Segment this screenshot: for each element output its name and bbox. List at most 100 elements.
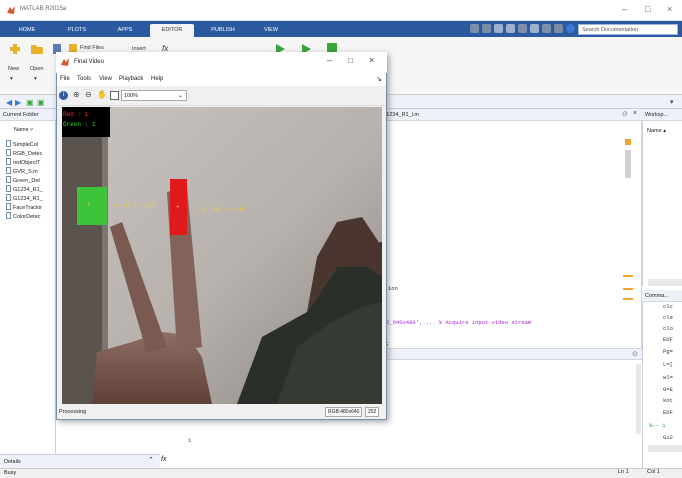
search-documentation-input[interactable]: Search Documentation [578, 24, 678, 35]
search-icon[interactable]: ⌕ [667, 24, 671, 34]
open-folder-icon[interactable] [30, 43, 44, 55]
history-entry[interactable]: G=E [663, 386, 673, 393]
history-hscrollbar[interactable] [648, 445, 682, 452]
video-close-button[interactable]: × [369, 55, 374, 65]
history-entry[interactable]: Pg= [663, 348, 673, 355]
workspace-name-column[interactable]: Name ▴ [647, 128, 666, 134]
new-file-icon[interactable] [8, 42, 22, 56]
history-session-marker[interactable]: %-- 1 [649, 422, 666, 429]
info-icon[interactable]: i [59, 91, 68, 100]
details-panel[interactable]: Details [0, 454, 160, 468]
file-item[interactable]: G1234_R1_ [6, 194, 56, 202]
file-item[interactable]: ColorDetec [6, 212, 56, 220]
help-icon[interactable] [566, 24, 575, 33]
zoom-level-select[interactable]: 100% ⌄ [121, 90, 187, 101]
open-dropdown-icon[interactable]: ▾ [34, 76, 37, 82]
back-icon[interactable]: ◀ [6, 98, 12, 107]
m-file-icon [6, 140, 11, 147]
editor-scrollbar[interactable] [625, 150, 631, 178]
m-file-icon [6, 194, 11, 201]
up-folder-icon[interactable]: ▣ [26, 98, 34, 107]
green-count-value: 1 [91, 121, 96, 128]
video-frame[interactable]: Red : 1 Green : 1 + X: 81 Y: 163 + X: 10… [62, 107, 382, 404]
maximize-button[interactable]: □ [645, 4, 650, 14]
tab-home[interactable]: HOME [10, 24, 44, 37]
file-name: FaceTrackir [13, 205, 42, 211]
video-window-title-bar[interactable]: Final Video – □ × [56, 52, 387, 73]
tab-apps[interactable]: APPS [108, 24, 142, 37]
history-entry[interactable]: wl= [663, 374, 673, 381]
address-dropdown-icon[interactable]: ▾ [670, 98, 674, 106]
history-entry[interactable]: clo [663, 325, 673, 332]
zoom-out-icon[interactable]: ⊖ [85, 90, 92, 99]
command-history-panel[interactable] [642, 302, 682, 468]
close-button[interactable]: × [667, 4, 672, 14]
history-entry[interactable]: clc [663, 303, 673, 310]
open-button[interactable]: Open [30, 66, 43, 72]
green-coords: X: 81 Y: 163 [114, 202, 154, 209]
history-entry[interactable]: G12 [663, 434, 673, 441]
editor-close-icon[interactable]: × [633, 110, 637, 117]
fit-to-window-icon[interactable] [110, 91, 119, 100]
workspace-panel[interactable] [642, 121, 682, 286]
redo-icon[interactable] [530, 24, 539, 33]
browse-folder-icon[interactable]: ▣ [37, 98, 45, 107]
cut-icon[interactable] [482, 24, 491, 33]
name-column-header[interactable]: Name ▿ [14, 127, 33, 133]
tab-publish[interactable]: PUBLISH [203, 24, 243, 37]
editor-tab[interactable]: G1234_R1_l.m [380, 109, 642, 121]
tab-view[interactable]: VIEW [254, 24, 288, 37]
workspace-hscrollbar[interactable] [648, 279, 682, 286]
find-files-button[interactable]: Find Files [80, 45, 104, 51]
command-window-header [380, 348, 642, 360]
history-entry[interactable]: L=[ [663, 361, 673, 368]
command-scrollbar[interactable] [636, 364, 641, 434]
m-file-icon [6, 149, 11, 156]
file-item[interactable]: Green_Det [6, 176, 56, 184]
new-button[interactable]: New [8, 66, 19, 72]
history-entry[interactable]: kot [663, 397, 673, 404]
frame-value-status: 252 [365, 407, 380, 417]
file-item[interactable]: RGB_Detec [6, 149, 56, 157]
menu-help[interactable]: Help [151, 76, 163, 82]
video-frame-image [62, 107, 382, 404]
file-item[interactable]: FaceTrackir [6, 203, 56, 211]
red-count-text: Red : 1 [63, 111, 88, 118]
forward-icon[interactable]: ▶ [15, 98, 21, 107]
file-item[interactable]: GVR_S.m [6, 167, 56, 175]
history-entry[interactable]: EDF [663, 336, 673, 343]
new-dropdown-icon[interactable]: ▾ [10, 76, 13, 82]
command-window-actions-icon[interactable]: ⊙ [632, 350, 638, 358]
zoom-level-value: 100% [124, 93, 139, 99]
menu-dock-icon[interactable]: ↘ [376, 75, 382, 83]
red-coords: X: 108 Y: 145 [202, 206, 245, 213]
warning-marker [623, 275, 633, 277]
file-item[interactable]: SimpleCol [6, 140, 56, 148]
details-expand-icon[interactable]: ⌃ [148, 456, 154, 464]
history-entry[interactable]: EDF [663, 409, 673, 416]
save-icon[interactable] [470, 24, 479, 33]
tab-editor[interactable]: EDITOR [150, 24, 194, 37]
paste-icon[interactable] [506, 24, 515, 33]
file-item[interactable]: redObjectT [6, 158, 56, 166]
history-entry[interactable]: cle [663, 314, 673, 321]
copy-icon[interactable] [494, 24, 503, 33]
matlab-title-bar: MATLAB R2015a – □ × [0, 0, 682, 21]
undo-icon[interactable] [518, 24, 527, 33]
pan-hand-icon[interactable]: ✋ [97, 90, 107, 99]
minimize-button[interactable]: – [622, 4, 627, 14]
menu-view[interactable]: View [99, 76, 112, 82]
editor-pane[interactable] [380, 121, 642, 348]
switch-windows-icon[interactable] [542, 24, 551, 33]
tab-plots[interactable]: PLOTS [60, 24, 94, 37]
video-minimize-button[interactable]: – [327, 55, 332, 65]
file-name: G1234_R1_ [13, 196, 43, 202]
file-item[interactable]: G1234_R1_ [6, 185, 56, 193]
video-maximize-button[interactable]: □ [348, 56, 353, 65]
menu-tools[interactable]: Tools [77, 76, 91, 82]
menu-file[interactable]: File [60, 76, 70, 82]
menu-playback[interactable]: Playback [119, 76, 143, 82]
zoom-in-icon[interactable]: ⊕ [73, 90, 80, 99]
editor-actions-icon[interactable]: ⊙ [622, 110, 628, 118]
preferences-icon[interactable] [554, 24, 563, 33]
